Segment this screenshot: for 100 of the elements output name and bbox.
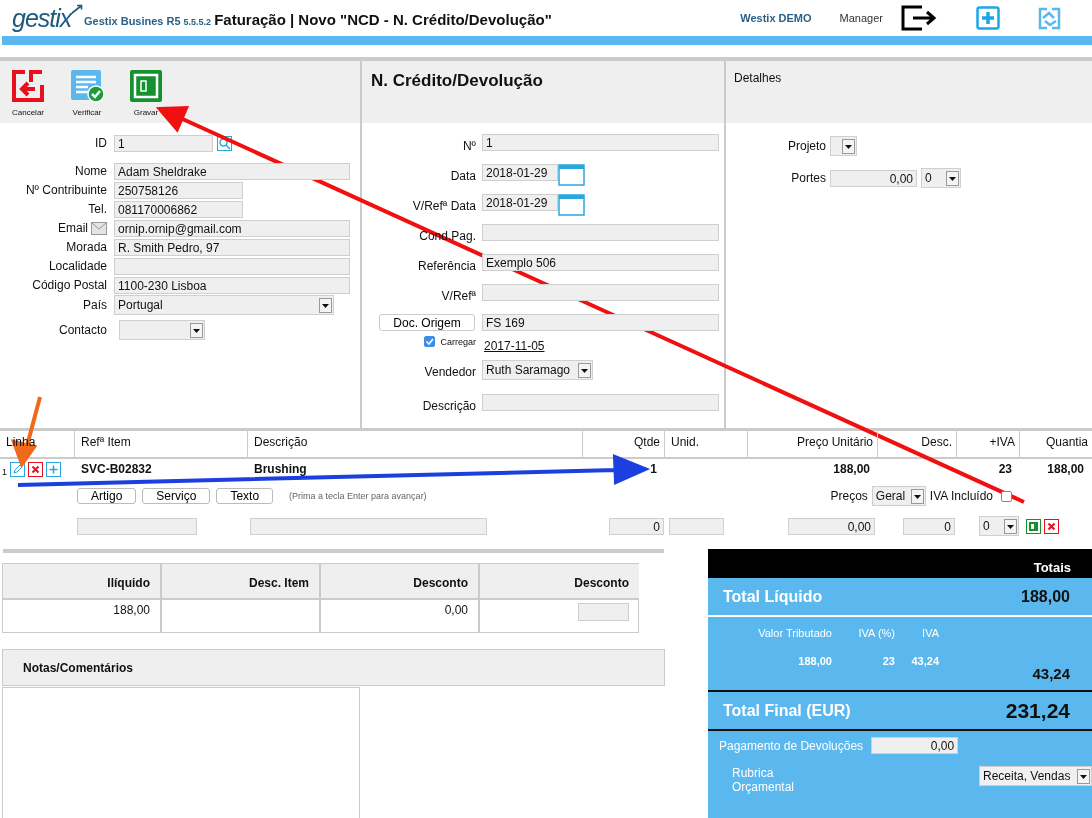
dropdown[interactable]: Geral (871, 486, 926, 506)
toolbar-button[interactable]: Cancelar (8, 69, 48, 117)
discount-field[interactable] (578, 603, 629, 621)
user-name: Manager (839, 12, 883, 24)
caret-icon (946, 170, 959, 186)
text-field[interactable]: 1 (114, 134, 213, 152)
field-label: Portes (790, 171, 826, 185)
panel-title: Totais (1033, 560, 1071, 575)
field-label: V/Refª Data (412, 199, 476, 213)
edit-icon[interactable] (10, 461, 25, 477)
text-field[interactable] (250, 517, 487, 535)
company-name: Westix DEMO (740, 12, 812, 24)
checkbox[interactable] (424, 336, 436, 347)
caret-icon (319, 297, 332, 313)
text-field[interactable]: 0 (609, 517, 664, 535)
text-field[interactable]: R. Smith Pedro, 97 (114, 238, 350, 256)
text-field[interactable] (77, 517, 197, 535)
date-field[interactable]: 2018-01-29 (482, 164, 558, 181)
text-field[interactable]: Exemplo 506 (482, 254, 719, 271)
section-title: Detalhes (734, 71, 782, 85)
arrow-icon (71, 4, 84, 14)
column-header: Desconto (480, 564, 639, 600)
calendar-icon[interactable] (558, 194, 585, 216)
column-header: Valor Tributado (757, 627, 832, 639)
column-header: Desconto (321, 564, 480, 600)
table-cell-text: 23 (881, 655, 895, 667)
field-label: País (83, 298, 107, 312)
calendar-icon[interactable] (558, 164, 585, 186)
amount-field[interactable]: 0,00 (871, 737, 959, 754)
dropdown[interactable]: Portugal (114, 295, 334, 315)
sync-icon[interactable] (1037, 5, 1062, 31)
text-field[interactable] (482, 394, 719, 411)
total-value: 231,24 (1005, 698, 1070, 723)
amount-field[interactable]: 0,00 (830, 169, 917, 187)
document-check-icon (70, 69, 104, 103)
hint-text: (Prima a tecla Enter para avançar) (289, 491, 427, 501)
text-field[interactable] (669, 517, 724, 535)
table-cell: 0,00 (444, 603, 468, 617)
plus-icon[interactable] (976, 6, 1000, 30)
text-field[interactable] (114, 257, 350, 275)
total-value: 43,24 (1032, 665, 1070, 682)
logout-icon[interactable] (900, 5, 938, 31)
page-title: Faturação | Novo "NCD - N. Crédito/Devolução" (214, 11, 552, 28)
dropdown[interactable]: 0 (979, 516, 1019, 536)
add-icon[interactable] (46, 461, 61, 477)
field-label: Código Postal (32, 278, 107, 292)
save-icon[interactable] (1026, 518, 1041, 534)
table-cell-text: 1 (649, 462, 658, 476)
text-field[interactable]: 1100-230 Lisboa (114, 276, 350, 294)
total-label: Total Líquido (723, 587, 823, 606)
field-label: Pagamento de Devoluções (719, 738, 864, 753)
date-link[interactable]: 2017-11-05 (484, 338, 721, 353)
add-button[interactable]: Artigo (77, 488, 137, 504)
field-label: Vendedor (424, 365, 476, 379)
column-header: IVA (%) (857, 627, 895, 639)
dropdown[interactable]: 0 (921, 168, 961, 188)
field-label: ID (95, 136, 107, 150)
product-name: Gestix Busines R5 (84, 15, 181, 27)
logo: gestix (12, 4, 72, 32)
text-field[interactable]: 1 (482, 134, 719, 151)
column-header: Ilíquido (3, 564, 162, 600)
doc-origin-button[interactable]: Doc. Origem (379, 314, 475, 331)
field-label: Preços (830, 489, 868, 503)
delete-icon[interactable] (28, 461, 43, 477)
text-field[interactable]: 0,00 (788, 517, 875, 535)
notes-field[interactable] (2, 687, 360, 818)
text-field[interactable] (482, 284, 719, 301)
add-button[interactable]: Texto (216, 488, 274, 504)
field-label: Nome (75, 164, 107, 178)
text-field[interactable]: 081170006862 (114, 200, 243, 218)
text-field[interactable]: 250758126 (114, 181, 243, 199)
line-number: 1 (2, 467, 7, 477)
date-field[interactable]: 2018-01-29 (482, 194, 558, 211)
field-label: Localidade (48, 259, 107, 273)
column-header: Unid. (665, 431, 748, 457)
dropdown[interactable]: Ruth Saramago (482, 360, 593, 380)
toolbar-button[interactable]: Verificar (67, 69, 107, 117)
field-label: Rubrica Orçamental (732, 766, 796, 794)
version-number: 5.5.5.2 (183, 16, 212, 27)
add-button[interactable]: Serviço (142, 488, 211, 504)
text-field[interactable]: ornip.ornip@gmail.com (114, 219, 350, 237)
table-cell-text: SVC-B02832 (80, 462, 153, 476)
checkbox[interactable] (1001, 490, 1012, 502)
delete-icon[interactable] (1044, 518, 1059, 534)
text-field[interactable]: Adam Sheldrake (114, 162, 350, 180)
field-label: Nº Contribuinte (25, 183, 107, 197)
dropdown[interactable] (830, 136, 857, 156)
cancel-icon (11, 69, 45, 103)
text-field[interactable]: FS 169 (482, 314, 719, 331)
text-field[interactable]: 0 (903, 517, 955, 535)
field-label: Projeto (786, 139, 826, 153)
table-cell-text: 188,00 (832, 462, 871, 476)
column-header: Desc. Item (162, 564, 321, 600)
column-header: +IVA (957, 431, 1020, 457)
column-header: Descrição (248, 431, 583, 457)
text-field[interactable] (482, 224, 719, 241)
save-icon (129, 69, 163, 103)
dropdown[interactable]: Receita, Vendas (979, 766, 1092, 786)
toolbar-button[interactable]: Gravar (126, 69, 166, 117)
field-label: Morada (66, 240, 107, 254)
